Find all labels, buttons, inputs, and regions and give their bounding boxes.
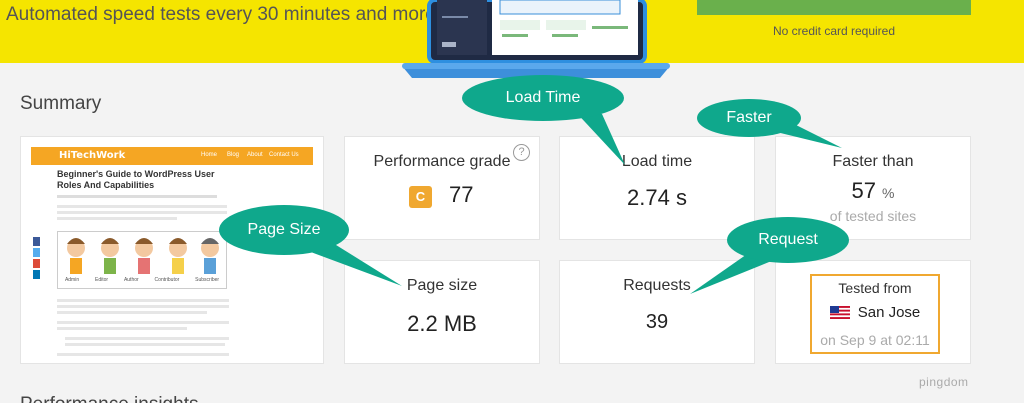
faster-callout: Faster [697, 99, 801, 137]
page-size-callout: Page Size [219, 205, 349, 255]
request-callout: Request [727, 217, 849, 263]
callout-pointers [300, 108, 842, 294]
load-time-callout: Load Time [462, 75, 624, 121]
